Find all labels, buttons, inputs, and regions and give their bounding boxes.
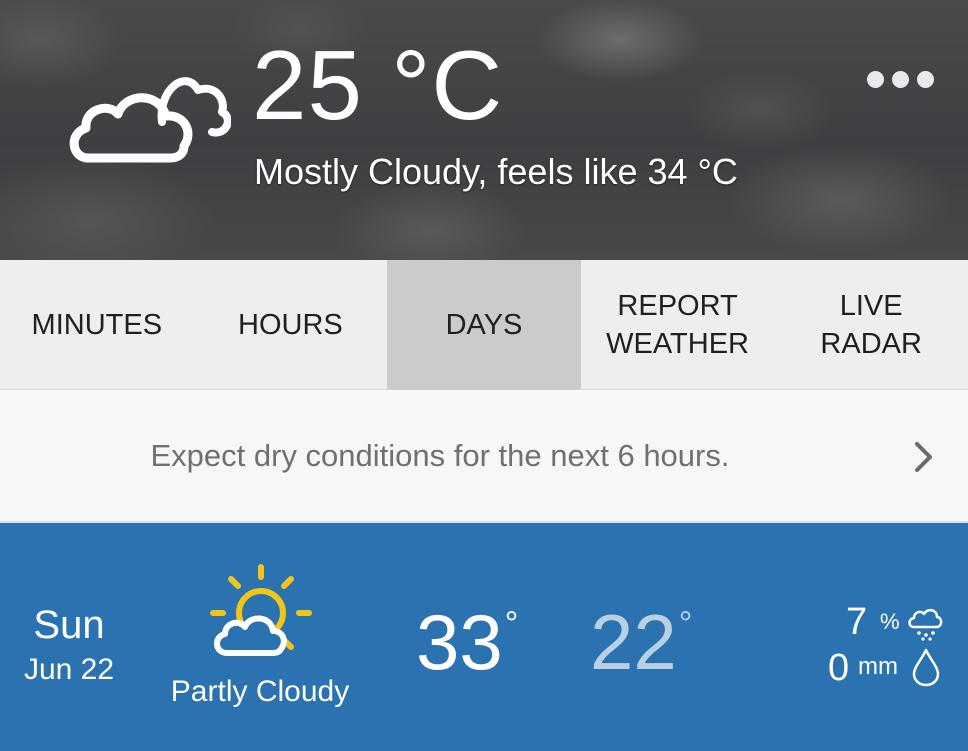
current-summary: Mostly Cloudy, feels like 34 °C	[254, 151, 738, 192]
high-temperature: 33°	[416, 598, 519, 686]
low-temperature: 22°	[590, 598, 693, 686]
menu-dot	[866, 70, 884, 88]
forecast-condition: Partly Cloudy	[170, 675, 350, 708]
partly-cloudy-icon	[205, 563, 315, 663]
precip-amount-unit: mm	[858, 653, 898, 680]
forecast-day-name: Sun	[33, 603, 105, 647]
current-conditions-header: 25 °C Mostly Cloudy, feels like 34 °C	[0, 0, 968, 260]
forecast-day-row[interactable]: Sun Jun 22 Partly Cloudy 33° 22° 7 % 0 m…	[0, 521, 968, 751]
rain-cloud-icon	[906, 605, 944, 641]
forecast-tabs: MINUTES HOURS DAYS REPORT WEATHER LIVE R…	[0, 260, 968, 390]
raindrop-icon	[910, 647, 942, 687]
tab-days[interactable]: DAYS	[387, 260, 581, 390]
banner-text: Expect dry conditions for the next 6 hou…	[150, 438, 730, 473]
precip-chance-unit: %	[880, 609, 900, 634]
menu-dot	[891, 70, 909, 88]
precip-amount: 0	[828, 647, 850, 689]
menu-dot	[916, 70, 934, 88]
precip-chance: 7	[846, 601, 868, 643]
tab-minutes[interactable]: MINUTES	[0, 260, 194, 390]
tab-live-radar[interactable]: LIVE RADAR	[774, 260, 968, 390]
chevron-right-icon[interactable]	[908, 440, 938, 474]
tab-hours[interactable]: HOURS	[194, 260, 388, 390]
current-temperature: 25 °C	[252, 30, 504, 140]
forecast-date: Jun 22	[23, 653, 115, 686]
more-dots-icon[interactable]	[860, 64, 940, 94]
tab-report-weather[interactable]: REPORT WEATHER	[581, 260, 775, 390]
cloud-icon	[66, 60, 232, 170]
precipitation-banner[interactable]: Expect dry conditions for the next 6 hou…	[0, 391, 968, 521]
